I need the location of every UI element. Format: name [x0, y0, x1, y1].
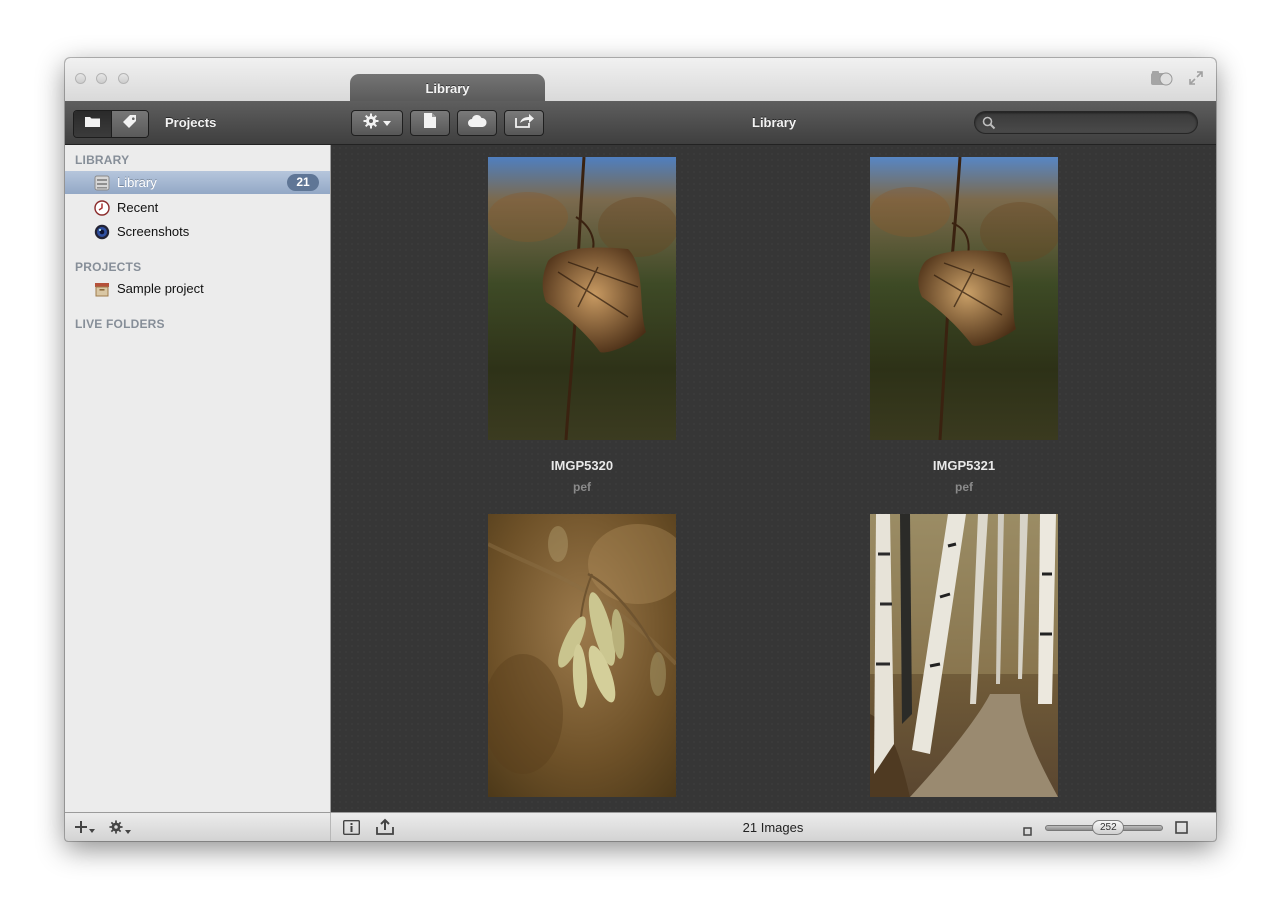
sidebar-item-recent[interactable]: Recent [65, 196, 330, 219]
small-thumbnail-icon[interactable] [1023, 823, 1032, 841]
folder-icon [84, 115, 101, 133]
document-icon [424, 113, 436, 133]
sidebar-settings-button[interactable] [109, 820, 131, 839]
section-header-projects: PROJECTS [75, 260, 142, 274]
sidebar-item-screenshots[interactable]: Screenshots [65, 220, 330, 243]
share-arrow-icon [514, 113, 534, 133]
export-button[interactable] [376, 818, 394, 840]
sidebar-mode-segmented-control [73, 110, 149, 138]
search-field[interactable] [974, 111, 1198, 134]
tab-library[interactable]: Library [350, 74, 545, 102]
info-icon [342, 819, 361, 839]
clock-icon [94, 200, 110, 216]
main-toolbar: Projects Library [65, 101, 1216, 145]
chevron-down-icon [383, 114, 391, 132]
sidebar-item-label: Screenshots [117, 224, 190, 239]
cloud-icon [467, 114, 487, 133]
fullscreen-icon[interactable] [1188, 70, 1204, 91]
close-window-button[interactable] [75, 73, 86, 84]
plus-icon [75, 820, 87, 838]
folders-mode-button[interactable] [74, 111, 111, 137]
thumbnail-caption: IMGP5320 pef [432, 458, 732, 494]
section-header-library: LIBRARY [75, 153, 130, 167]
thumbnail-imgp5320[interactable] [488, 157, 676, 440]
sidebar-view-label: Projects [165, 115, 217, 130]
toolbar-toggle-icon[interactable] [1150, 70, 1174, 91]
image-type: pef [955, 480, 973, 494]
library-drawer-icon [94, 175, 110, 191]
search-icon [982, 116, 996, 135]
upload-tray-icon [376, 818, 394, 839]
chevron-down-icon [89, 820, 95, 838]
image-name: IMGP5320 [550, 458, 614, 473]
gear-icon [363, 113, 379, 134]
app-window: Library Projects Library LIBRARY Library… [65, 58, 1216, 841]
camera-lens-icon [94, 224, 110, 240]
sidebar-item-library[interactable]: Library 21 [65, 171, 330, 194]
thumbnail-imgp5321[interactable] [870, 157, 1058, 440]
search-input[interactable] [1001, 114, 1190, 133]
sidebar-item-label: Recent [117, 200, 159, 215]
sidebar-item-label: Library [117, 175, 157, 190]
tag-icon [122, 114, 138, 135]
thumbnail-catkins[interactable] [488, 514, 676, 797]
box-icon [94, 281, 110, 297]
thumbnail-caption: IMGP5321 pef [814, 458, 1114, 494]
share-button[interactable] [504, 110, 544, 136]
image-grid: IMGP5320 pef IMGP5321 pef [331, 145, 1216, 812]
large-thumbnail-icon[interactable] [1175, 821, 1188, 839]
title-bar: Library [65, 58, 1216, 102]
section-header-live-folders: LIVE FOLDERS [75, 317, 165, 331]
settings-menu-button[interactable] [351, 110, 403, 136]
image-name: IMGP5321 [932, 458, 996, 473]
sidebar-actions [65, 813, 331, 841]
chevron-down-icon [125, 821, 131, 839]
minimize-window-button[interactable] [96, 73, 107, 84]
content-title: Library [752, 115, 797, 130]
sidebar: LIBRARY Library 21 Recent Screenshots PR… [65, 145, 331, 812]
add-button[interactable] [75, 820, 95, 838]
bottom-status-bar: 21 Images 252 [65, 812, 1216, 841]
zoom-window-button[interactable] [118, 73, 129, 84]
tags-mode-button[interactable] [110, 111, 148, 137]
slider-knob[interactable]: 252 [1092, 820, 1125, 835]
image-type: pef [573, 480, 591, 494]
image-count: 21 Images [742, 820, 804, 835]
new-document-button[interactable] [410, 110, 450, 136]
info-button[interactable] [342, 819, 361, 840]
gear-icon [109, 820, 123, 839]
thumbnail-birch-path[interactable] [870, 514, 1058, 797]
sidebar-item-sample-project[interactable]: Sample project [65, 277, 330, 300]
sidebar-item-label: Sample project [117, 281, 204, 296]
cloud-button[interactable] [457, 110, 497, 136]
count-badge: 21 [287, 174, 319, 191]
